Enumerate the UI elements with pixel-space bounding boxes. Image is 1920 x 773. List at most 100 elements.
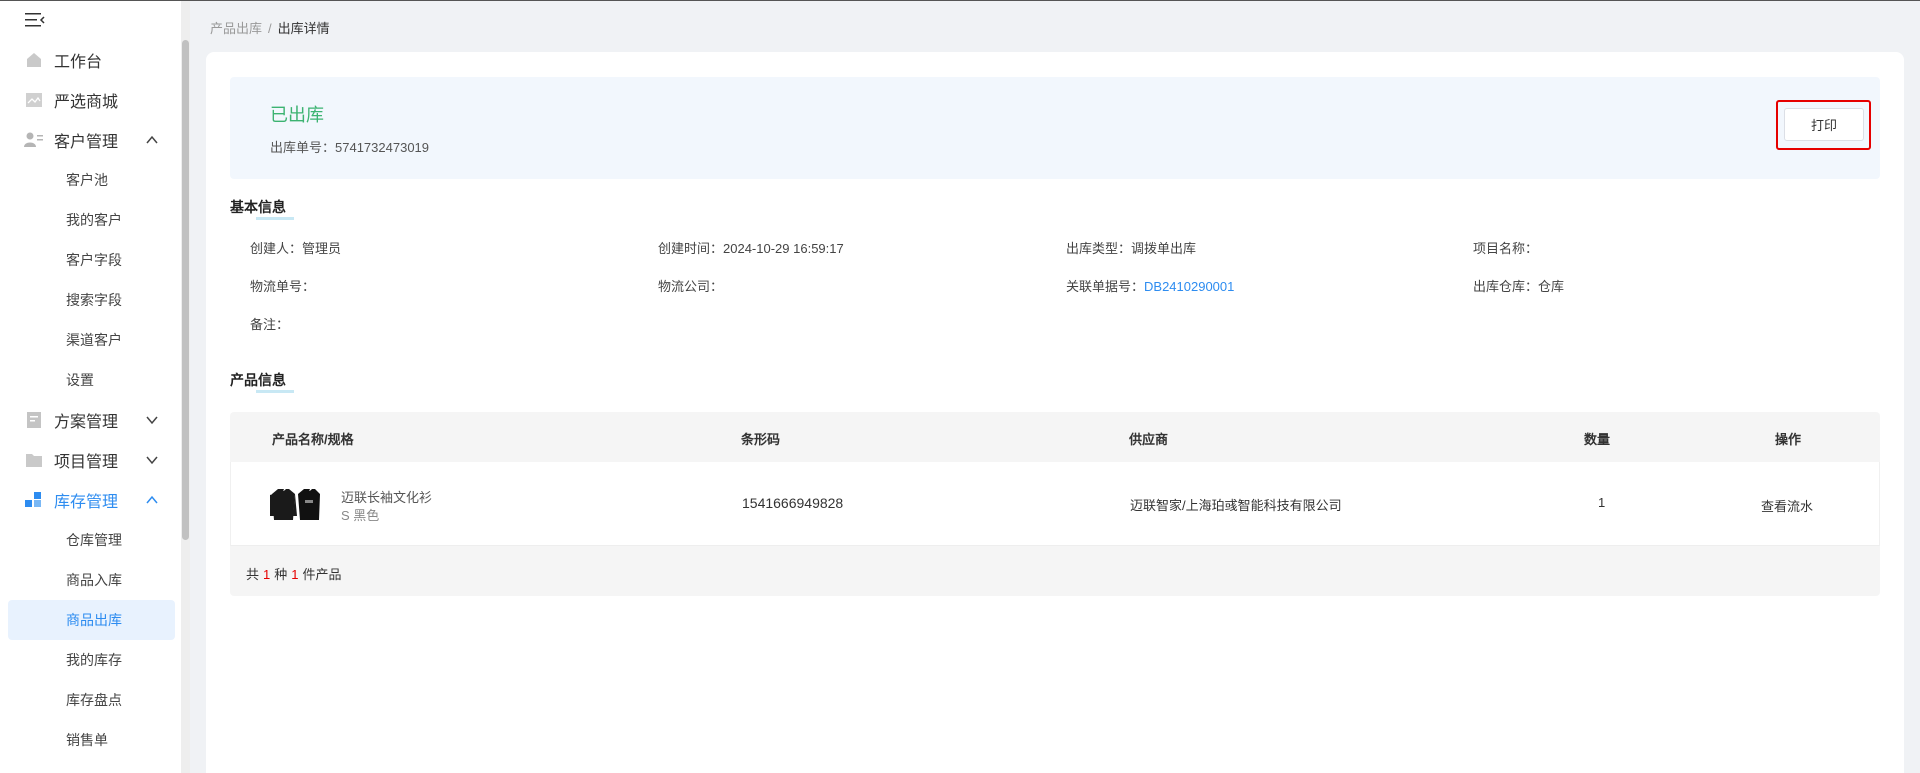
outbound-type-label: 出库类型： — [1066, 241, 1132, 256]
sidebar-subitem-warehouse[interactable]: 仓库管理 — [0, 520, 181, 560]
chevron-up-icon — [145, 133, 159, 147]
sidebar-item-label: 严选商城 — [54, 94, 119, 111]
sidebar-subitem-customer-pool[interactable]: 客户池 — [0, 160, 181, 200]
home-icon — [24, 50, 44, 70]
sidebar-subitem-sales-order[interactable]: 销售单 — [0, 720, 181, 760]
product-info-title: 产品信息 — [230, 370, 294, 393]
col-header-action: 操作 — [1775, 432, 1802, 447]
sidebar-subitem-stock-out[interactable]: 商品出库 — [8, 600, 175, 640]
col-header-qty: 数量 — [1584, 432, 1611, 447]
outbound-type-field: 出库类型：调拨单出库 — [1066, 238, 1196, 257]
product-thumbnail — [269, 486, 321, 522]
sidebar-subitem-channel-customers[interactable]: 渠道客户 — [0, 320, 181, 360]
status-panel: 已出库 出库单号：5741732473019 打印 — [230, 77, 1880, 179]
sidebar-menu: 工作台 严选商城 客户管理 客户池 我的客户 客户字段 搜索字段 渠道客户 设置… — [0, 40, 181, 760]
creator-field: 创建人：管理员 — [250, 238, 341, 257]
summary-suffix: 件产品 — [302, 567, 342, 582]
sidebar-item-label: 工作台 — [54, 54, 103, 71]
document-icon — [24, 410, 44, 430]
sidebar-item-customers[interactable]: 客户管理 — [0, 120, 181, 160]
summary-mid: 种 — [274, 567, 288, 582]
outbound-type-value: 调拨单出库 — [1131, 241, 1197, 256]
sidebar-item-label: 项目管理 — [54, 454, 119, 471]
sidebar-item-label: 库存管理 — [54, 494, 119, 511]
sidebar-item-label: 客户管理 — [54, 134, 119, 151]
summary-kinds-count: 1 — [263, 567, 271, 582]
logistics-company-label: 物流公司： — [658, 279, 724, 294]
sidebar: 工作台 严选商城 客户管理 客户池 我的客户 客户字段 搜索字段 渠道客户 设置… — [0, 0, 190, 773]
sidebar-item-inventory[interactable]: 库存管理 — [0, 480, 181, 520]
folder-icon — [24, 450, 44, 470]
sidebar-item-mall[interactable]: 严选商城 — [0, 80, 181, 120]
sidebar-item-solutions[interactable]: 方案管理 — [0, 400, 181, 440]
print-highlight: 打印 — [1776, 100, 1871, 150]
view-flow-link[interactable]: 查看流水 — [1761, 496, 1813, 515]
sidebar-subitem-my-stock[interactable]: 我的库存 — [0, 640, 181, 680]
title-underline — [256, 217, 294, 220]
product-supplier: 迈联智家/上海珀彧智能科技有限公司 — [1130, 498, 1342, 513]
col-header-name: 产品名称/规格 — [272, 432, 354, 447]
logistics-no-field: 物流单号： — [250, 276, 315, 295]
related-doc-label: 关联单据号： — [1066, 279, 1145, 294]
product-spec: S 黑色 — [341, 508, 380, 523]
remark-field: 备注： — [250, 314, 289, 333]
sidebar-subitem-my-customers[interactable]: 我的客户 — [0, 200, 181, 240]
breadcrumb-parent[interactable]: 产品出库 — [210, 21, 262, 36]
sidebar-subitem-search-fields[interactable]: 搜索字段 — [0, 280, 181, 320]
product-name: 迈联长袖文化衫 — [341, 490, 433, 505]
blocks-icon — [24, 490, 44, 510]
sidebar-subitem-stock-in[interactable]: 商品入库 — [0, 560, 181, 600]
basic-info-title-text: 基本信息 — [230, 199, 286, 215]
remark-label: 备注： — [250, 317, 290, 332]
chevron-up-icon — [145, 493, 159, 507]
table-footer: 共 1 种 1 件产品 — [230, 546, 1880, 596]
image-icon — [24, 90, 44, 110]
col-header-supplier: 供应商 — [1129, 432, 1169, 447]
user-list-icon — [24, 130, 44, 150]
sidebar-subitem-stocktake[interactable]: 库存盘点 — [0, 680, 181, 720]
chevron-down-icon — [145, 413, 159, 427]
created-time-value: 2024-10-29 16:59:17 — [723, 241, 844, 256]
status-title: 已出库 — [270, 105, 324, 125]
product-barcode: 1541666949828 — [742, 495, 844, 511]
product-total-summary: 共 1 种 1 件产品 — [246, 564, 342, 583]
top-border — [0, 0, 1920, 1]
breadcrumb-separator: / — [268, 21, 272, 36]
summary-prefix: 共 — [246, 567, 260, 582]
basic-info-title: 基本信息 — [230, 197, 294, 220]
table-row: 迈联长袖文化衫 S 黑色 1541666949828 迈联智家/上海珀彧智能科技… — [230, 462, 1880, 546]
detail-card: 已出库 出库单号：5741732473019 打印 基本信息 创建人：管理员 创… — [206, 52, 1904, 773]
chevron-down-icon — [145, 453, 159, 467]
order-number: 出库单号：5741732473019 — [270, 137, 429, 156]
col-header-barcode: 条形码 — [741, 432, 781, 447]
sidebar-item-projects[interactable]: 项目管理 — [0, 440, 181, 480]
table-header: 产品名称/规格 条形码 供应商 数量 操作 — [230, 412, 1880, 462]
warehouse-field: 出库仓库：仓库 — [1473, 276, 1564, 295]
creator-label: 创建人： — [250, 241, 303, 256]
order-number-label: 出库单号： — [270, 140, 336, 155]
breadcrumb: 产品出库 / 出库详情 — [210, 18, 330, 37]
product-table: 产品名称/规格 条形码 供应商 数量 操作 迈联长袖文化衫 S 黑色 15416… — [230, 412, 1880, 596]
sidebar-subitem-settings[interactable]: 设置 — [0, 360, 181, 400]
logistics-company-field: 物流公司： — [658, 276, 723, 295]
created-time-field: 创建时间：2024-10-29 16:59:17 — [658, 238, 844, 257]
print-button[interactable]: 打印 — [1784, 108, 1864, 141]
warehouse-value: 仓库 — [1538, 279, 1565, 294]
sidebar-item-label: 方案管理 — [54, 414, 119, 431]
project-name-field: 项目名称： — [1473, 238, 1538, 257]
sidebar-subitem-customer-fields[interactable]: 客户字段 — [0, 240, 181, 280]
warehouse-label: 出库仓库： — [1473, 279, 1539, 294]
related-doc-link[interactable]: DB2410290001 — [1144, 279, 1234, 294]
product-info-title-text: 产品信息 — [230, 372, 286, 388]
breadcrumb-current: 出库详情 — [277, 21, 330, 36]
created-time-label: 创建时间： — [658, 241, 724, 256]
project-name-label: 项目名称： — [1473, 241, 1539, 256]
sidebar-item-workbench[interactable]: 工作台 — [0, 40, 181, 80]
menu-collapse-icon[interactable] — [24, 11, 46, 29]
product-qty: 1 — [1598, 495, 1606, 510]
title-underline — [256, 390, 294, 393]
order-number-value: 5741732473019 — [335, 140, 430, 155]
logistics-no-label: 物流单号： — [250, 279, 316, 294]
summary-item-count: 1 — [291, 567, 299, 582]
sidebar-scrollbar[interactable] — [182, 40, 189, 540]
